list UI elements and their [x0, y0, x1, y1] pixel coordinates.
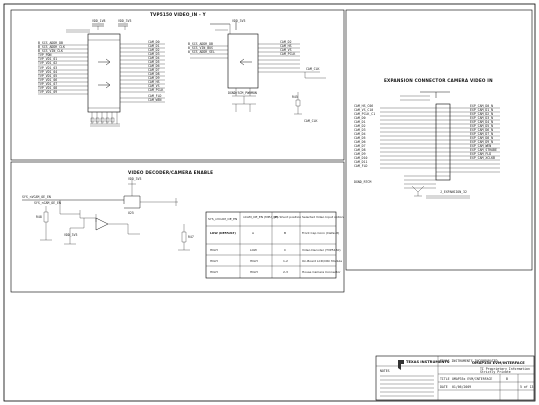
- svg-text:VDD_1V8: VDD_1V8: [92, 19, 106, 23]
- svg-text:CAM_CLK: CAM_CLK: [306, 67, 320, 71]
- table-cell: HIGH: [210, 259, 218, 263]
- date-label: DATE: [440, 385, 448, 389]
- expansion-schematic: CAM_HS_C06CAM_VS_C10 CAM_PCLK_C1CAM_D0 C…: [354, 91, 500, 199]
- tvp5150-schematic: B_SCS_ADDR_DBB_SCS_ADDR_CLK B_SCS_VIN_CL…: [38, 19, 326, 127]
- table-cell: B: [284, 231, 286, 235]
- svg-text:SYS_nCAM_OE_EN: SYS_nCAM_OE_EN: [34, 201, 61, 205]
- title-block: TEXAS INSTRUMENTS TEXAS INSTRUMENTS INCO…: [375, 355, 535, 401]
- svg-text:CAM_FLD: CAM_FLD: [354, 164, 368, 168]
- svg-text:VDD_3V3: VDD_3V3: [128, 177, 142, 181]
- svg-text:CAM_CLK: CAM_CLK: [304, 119, 318, 123]
- table-cell: House Camera Connector: [302, 270, 341, 274]
- svg-text:J_EXPANSION_32: J_EXPANSION_32: [440, 190, 467, 194]
- decoder-box: [10, 161, 345, 293]
- expansion-title: EXPANSION CONNECTOR CAMERA VIDEO IN: [384, 78, 493, 83]
- title-label: TITLE: [440, 377, 450, 381]
- tvp5150-title: TVP5150 VIDEO_IN - Y: [150, 12, 207, 17]
- ti-logo-icon: [398, 360, 404, 370]
- decoder-schematic: SYS_nVCAM_OE_EN VDD_3V3 R48 R47 SYS_nCAM…: [22, 177, 194, 251]
- svg-text:R45: R45: [292, 95, 298, 99]
- sheet-value: 5 of 13: [520, 385, 534, 389]
- tvp5150-box: [10, 9, 345, 161]
- table-header: SYS_nVCAM_OE_EN: [208, 217, 237, 221]
- table-cell: LOW (DEFAULT): [210, 231, 236, 235]
- strictly-private: Strictly Private: [480, 370, 511, 374]
- table-cell: HIGH: [210, 270, 218, 274]
- svg-text:VDD_3V3: VDD_3V3: [118, 19, 132, 23]
- svg-text:CAM_PCLK: CAM_PCLK: [148, 88, 163, 92]
- table-cell: Front Cap Conn (Default): [302, 231, 339, 235]
- svg-text:CAM_WEN: CAM_WEN: [148, 98, 162, 102]
- svg-text:TVP_VD1_09: TVP_VD1_09: [38, 90, 57, 94]
- table-cell: Video Decoder (TVP5150): [302, 248, 341, 252]
- svg-text:CAM_PCLK: CAM_PCLK: [280, 52, 295, 56]
- svg-text:B_SCS_ADDR_SEL: B_SCS_ADDR_SEL: [188, 50, 215, 54]
- svg-text:R48: R48: [36, 215, 42, 219]
- table-cell: HIGH: [250, 259, 258, 263]
- date-value: 01/06/2009: [452, 385, 471, 389]
- table-cell: LOW: [250, 248, 257, 252]
- svg-text:TVP_VD1_02: TVP_VD1_02: [38, 61, 57, 65]
- enable-table: SYS_nVCAM_OE_EN nCAM_OE_EN (MPU_CE) JP1 …: [205, 211, 344, 279]
- table-cell: C: [284, 248, 286, 252]
- table-cell: HIGH: [210, 248, 218, 252]
- svg-text:U25: U25: [128, 211, 134, 215]
- svg-text:DGND/SCM_PWRMON: DGND/SCM_PWRMON: [228, 91, 257, 95]
- title-value: OMAP35x EVM/INTERFACE: [452, 377, 492, 381]
- notes-label: NOTES: [380, 369, 390, 373]
- decoder-title: VIDEO DECODER/CAMERA ENABLE: [128, 170, 213, 175]
- table-cell: HIGH: [250, 270, 258, 274]
- table-cell: A: [252, 231, 255, 235]
- svg-text:SYS_nVCAM_OE_EN: SYS_nVCAM_OE_EN: [22, 195, 51, 199]
- table-cell: 2-3: [283, 270, 288, 274]
- ic-u-level-shifter: [227, 33, 259, 89]
- svg-text:VDD_3V3: VDD_3V3: [64, 233, 78, 237]
- svg-text:EXP_CAM_XCLKB: EXP_CAM_XCLKB: [470, 156, 495, 160]
- table-header: JP1 Shunt position: [273, 215, 301, 219]
- rev-value: B: [506, 377, 508, 381]
- svg-text:VDD_3V3: VDD_3V3: [232, 19, 246, 23]
- drawing-title: OMAP35x EVM/INTERFACE: [472, 361, 525, 365]
- table-header: Selected Video Input option: [302, 215, 344, 219]
- connector-j-camera: [435, 103, 451, 181]
- table-cell: On-Board LCD/CRC Module: [302, 259, 342, 263]
- sheet-border: [3, 3, 536, 402]
- svg-text:DGND_RTCM: DGND_RTCM: [354, 180, 371, 184]
- svg-text:R47: R47: [188, 235, 194, 239]
- schematic-sheet: TVP5150 VIDEO_IN - Y B_SCS_ADDR_DBB_SCS_…: [3, 3, 536, 402]
- ic-u-decoder: [87, 33, 121, 113]
- table-cell: 1-2: [283, 259, 288, 263]
